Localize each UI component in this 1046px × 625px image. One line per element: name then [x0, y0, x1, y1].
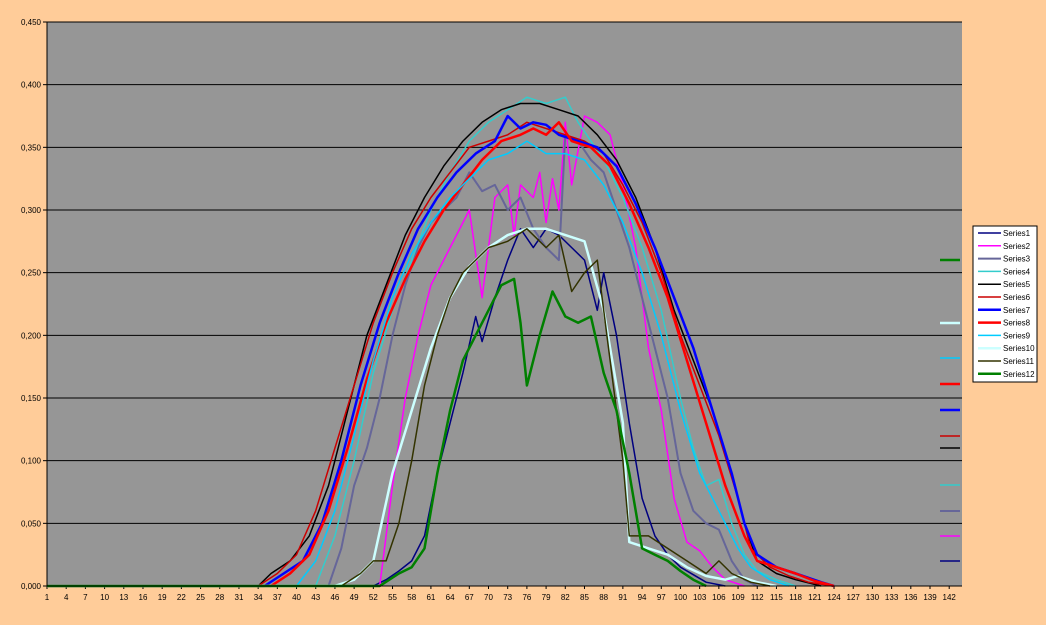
x-tick-label: 61: [426, 593, 435, 602]
x-tick-label: 34: [254, 593, 263, 602]
x-tick-label: 76: [522, 593, 531, 602]
legend-label-series1: Series1: [1003, 229, 1031, 238]
x-tick-label: 103: [693, 593, 707, 602]
x-tick-label: 139: [923, 593, 937, 602]
legend-label-series8: Series8: [1003, 319, 1031, 328]
y-tick-label: 0,200: [21, 331, 42, 340]
x-tick-label: 79: [542, 593, 551, 602]
legend-label-series12: Series12: [1003, 370, 1035, 379]
y-tick-label: 0,300: [21, 206, 42, 215]
x-tick-label: 7: [83, 593, 88, 602]
x-tick-label: 31: [235, 593, 244, 602]
x-tick-label: 22: [177, 593, 186, 602]
x-tick-label: 133: [885, 593, 899, 602]
legend-label-series10: Series10: [1003, 344, 1035, 353]
y-tick-label: 0,000: [21, 582, 42, 591]
legend-label-series11: Series11: [1003, 357, 1035, 366]
legend: Series1 Series2 Series3 Series4 Series5 Serie…: [972, 225, 1038, 383]
x-tick-label: 4: [64, 593, 69, 602]
y-tick-label: 0,100: [21, 457, 42, 466]
x-tick-label: 136: [904, 593, 918, 602]
legend-label-series6: Series6: [1003, 293, 1031, 302]
legend-label-series3: Series3: [1003, 255, 1031, 264]
x-tick-label: 43: [311, 593, 320, 602]
plot-background: [47, 22, 962, 586]
x-tick-label: 121: [808, 593, 822, 602]
y-tick-label: 0,350: [21, 143, 42, 152]
x-tick-label: 58: [407, 593, 416, 602]
x-tick-label: 127: [847, 593, 861, 602]
y-tick-label: 0,150: [21, 394, 42, 403]
legend-label-series7: Series7: [1003, 306, 1031, 315]
y-axis-ticks: 0,000 0,050 0,100 0,150 0,200 0,250 0,300 0,350…: [21, 18, 47, 591]
x-tick-label: 70: [484, 593, 493, 602]
x-tick-label: 19: [158, 593, 167, 602]
x-tick-label: 124: [827, 593, 841, 602]
x-tick-label: 142: [943, 593, 957, 602]
x-tick-label: 85: [580, 593, 589, 602]
line-chart: 0,000 0,050 0,100 0,150 0,200 0,250 0,300 0,350…: [21, 18, 1038, 602]
x-tick-label: 82: [561, 593, 570, 602]
x-tick-label: 46: [330, 593, 339, 602]
x-tick-label: 25: [196, 593, 205, 602]
x-tick-label: 100: [674, 593, 688, 602]
x-tick-label: 1: [45, 593, 50, 602]
x-tick-label: 97: [657, 593, 666, 602]
x-tick-label: 109: [731, 593, 745, 602]
x-tick-label: 37: [273, 593, 282, 602]
y-tick-label: 0,450: [21, 18, 42, 27]
x-tick-label: 73: [503, 593, 512, 602]
x-tick-label: 40: [292, 593, 301, 602]
x-tick-label: 28: [215, 593, 224, 602]
chart-area: 0,000 0,050 0,100 0,150 0,200 0,250 0,300 0,350…: [0, 0, 1046, 620]
x-tick-label: 130: [866, 593, 880, 602]
x-tick-label: 13: [119, 593, 128, 602]
legend-label-series4: Series4: [1003, 267, 1031, 276]
y-tick-label: 0,400: [21, 81, 42, 90]
x-tick-label: 52: [369, 593, 378, 602]
x-tick-label: 67: [465, 593, 474, 602]
x-tick-label: 112: [751, 593, 764, 602]
legend-label-series5: Series5: [1003, 280, 1031, 289]
x-tick-label: 55: [388, 593, 397, 602]
x-tick-label: 115: [770, 593, 783, 602]
y-tick-label: 0,050: [21, 519, 42, 528]
x-tick-label: 94: [638, 593, 647, 602]
y-tick-label: 0,250: [21, 269, 42, 278]
legend-label-series2: Series2: [1003, 242, 1031, 251]
x-tick-label: 49: [350, 593, 359, 602]
legend-label-series9: Series9: [1003, 331, 1031, 340]
x-tick-label: 64: [446, 593, 455, 602]
x-tick-label: 118: [789, 593, 802, 602]
x-tick-label: 16: [139, 593, 148, 602]
x-tick-label: 10: [100, 593, 109, 602]
x-axis-ticks: 1 4 7 10 13 16 19 22 25 28 31 34 37 40 43 46 49 52 55 58 61 6…: [45, 586, 957, 602]
x-tick-label: 106: [712, 593, 726, 602]
x-tick-label: 91: [618, 593, 627, 602]
x-tick-label: 88: [599, 593, 608, 602]
